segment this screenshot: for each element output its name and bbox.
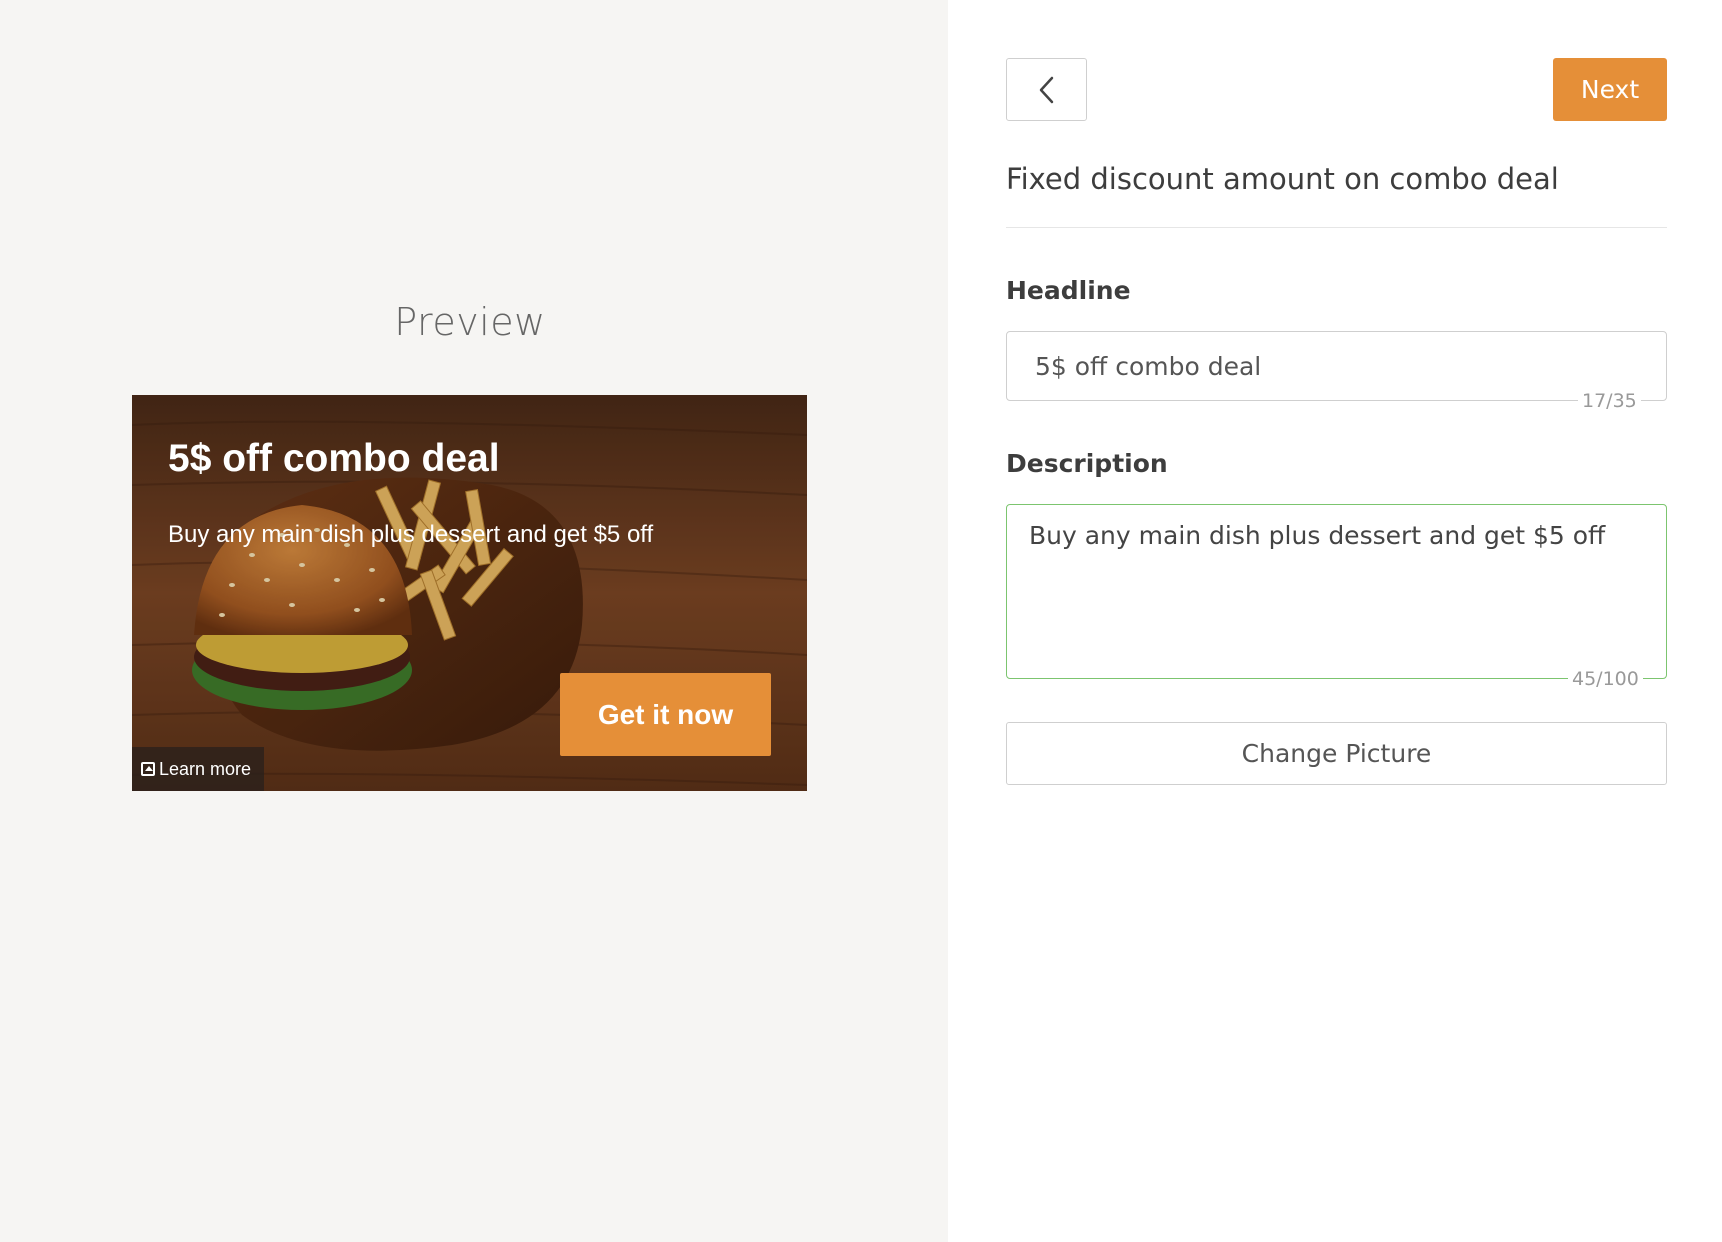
description-char-counter: 45/100 bbox=[1568, 668, 1643, 690]
description-label: Description bbox=[1006, 449, 1168, 478]
back-button[interactable] bbox=[1006, 58, 1087, 121]
form-pane: Next Fixed discount amount on combo deal… bbox=[948, 0, 1722, 1242]
next-button[interactable]: Next bbox=[1553, 58, 1667, 121]
headline-label: Headline bbox=[1006, 276, 1131, 305]
title-divider bbox=[1006, 227, 1667, 228]
headline-input[interactable] bbox=[1006, 331, 1667, 401]
app-root: Preview 5$ off combo deal Buy any main d… bbox=[0, 0, 1722, 1242]
image-icon bbox=[141, 762, 155, 776]
ad-description: Buy any main dish plus dessert and get $… bbox=[168, 521, 654, 548]
page-title: Fixed discount amount on combo deal bbox=[1006, 162, 1559, 196]
ad-headline: 5$ off combo deal bbox=[168, 437, 500, 480]
ad-preview-card: 5$ off combo deal Buy any main dish plus… bbox=[132, 395, 807, 791]
preview-pane: Preview 5$ off combo deal Buy any main d… bbox=[0, 0, 948, 1242]
learn-more-link[interactable]: Learn more bbox=[132, 747, 264, 791]
description-textarea[interactable]: Buy any main dish plus dessert and get $… bbox=[1006, 504, 1667, 679]
headline-char-counter: 17/35 bbox=[1578, 390, 1641, 412]
get-it-now-button[interactable]: Get it now bbox=[560, 673, 771, 756]
learn-more-label: Learn more bbox=[159, 758, 252, 779]
preview-title: Preview bbox=[394, 300, 546, 344]
change-picture-button[interactable]: Change Picture bbox=[1006, 722, 1667, 785]
chevron-left-icon bbox=[1039, 76, 1053, 103]
